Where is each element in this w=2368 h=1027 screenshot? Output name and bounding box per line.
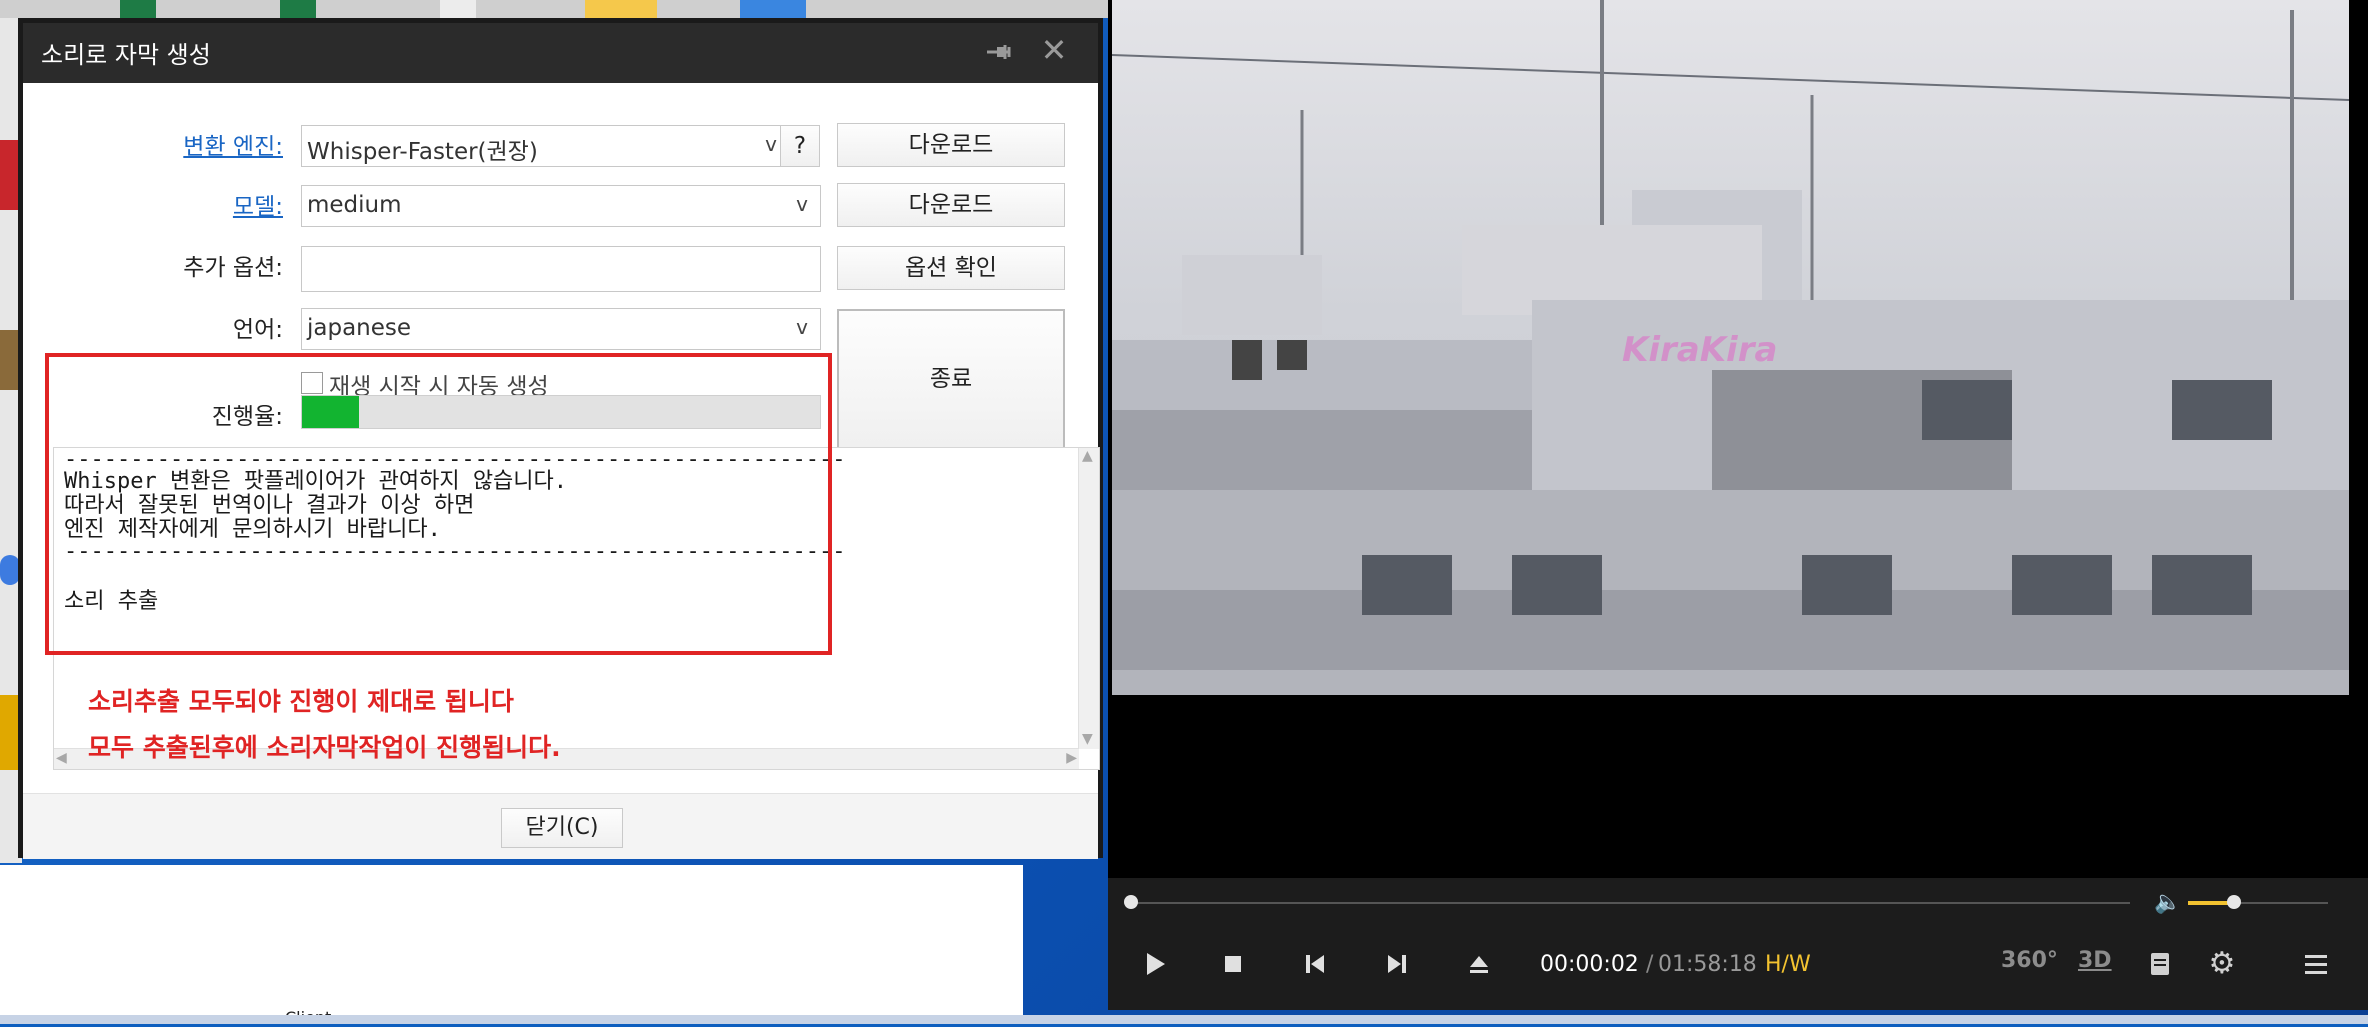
desktop-top-strip xyxy=(0,0,1110,18)
close-icon[interactable]: ✕ xyxy=(1039,34,1069,66)
volume-bar[interactable] xyxy=(2188,901,2328,905)
dialog-footer: 닫기(C) xyxy=(23,793,1098,859)
help-button[interactable]: ? xyxy=(780,125,820,167)
chevron-down-icon: v xyxy=(796,315,808,339)
client-window xyxy=(0,865,1023,1015)
pdf-icon[interactable] xyxy=(0,140,20,210)
prev-icon[interactable] xyxy=(1295,944,1335,984)
watermark: KiraKira xyxy=(1622,330,1778,370)
extra-options-input[interactable] xyxy=(301,246,821,292)
dialog-title: 소리로 자막 생성 xyxy=(41,41,211,69)
scroll-down-icon[interactable]: ▼ xyxy=(1082,731,1093,747)
stop-button[interactable]: 종료 xyxy=(837,309,1065,449)
extra-options-label: 추가 옵션: xyxy=(183,255,283,281)
menu-icon[interactable] xyxy=(2296,944,2336,984)
media-player: KiraKira 🔈 00:00:02 / 01:58:18 H/W 360° xyxy=(1108,0,2368,1010)
engine-label[interactable]: 변환 엔진: xyxy=(23,127,283,161)
annotation-text-2: 모두 추출된후에 소리자막작업이 진행됩니다. xyxy=(88,733,561,762)
shortcut-icon[interactable] xyxy=(0,330,20,390)
engine-download-button[interactable]: 다운로드 xyxy=(837,123,1065,167)
total-time: 01:58:18 xyxy=(1658,952,1757,977)
model-label[interactable]: 모델: xyxy=(23,187,283,221)
gear-icon[interactable]: ⚙ xyxy=(2202,944,2242,984)
scroll-left-icon[interactable]: ◀ xyxy=(56,750,67,766)
player-controls: 🔈 00:00:02 / 01:58:18 H/W 360° 3D ⚙ xyxy=(1108,878,2368,1010)
model-select[interactable]: medium v xyxy=(301,185,821,227)
scroll-up-icon[interactable]: ▲ xyxy=(1082,448,1093,464)
engine-select[interactable]: Whisper-Faster(권장) v xyxy=(301,125,790,167)
3d-icon[interactable]: 3D xyxy=(2078,948,2112,973)
vr360-icon[interactable]: 360° xyxy=(2001,948,2058,973)
chevron-down-icon: v xyxy=(796,192,808,216)
next-icon[interactable] xyxy=(1377,944,1417,984)
folder-icon[interactable] xyxy=(585,0,657,18)
time-separator: / xyxy=(1646,952,1654,977)
close-button[interactable]: 닫기(C) xyxy=(501,808,623,848)
chevron-down-icon: v xyxy=(765,132,777,156)
language-select[interactable]: japanese v xyxy=(301,308,821,350)
vertical-scrollbar[interactable]: ▲ ▼ xyxy=(1078,448,1099,749)
stop-icon[interactable] xyxy=(1213,944,1253,984)
file-icon[interactable] xyxy=(440,0,476,18)
language-label: 언어: xyxy=(232,317,283,343)
speaker-icon[interactable]: 🔈 xyxy=(2148,883,2188,923)
volume-handle[interactable] xyxy=(2227,895,2242,909)
excel-icon[interactable] xyxy=(120,0,156,18)
app-shortcut-icon[interactable] xyxy=(0,695,20,770)
subtitle-icon[interactable] xyxy=(2140,944,2180,984)
pin-icon[interactable] xyxy=(985,37,1015,67)
seek-bar[interactable] xyxy=(1130,902,2130,904)
app-icon[interactable] xyxy=(740,0,806,18)
excel-icon-2[interactable] xyxy=(280,0,316,18)
seek-handle[interactable] xyxy=(1124,895,1138,909)
check-options-button[interactable]: 옵션 확인 xyxy=(837,246,1065,290)
scroll-right-icon[interactable]: ▶ xyxy=(1066,750,1077,766)
chrome-icon[interactable] xyxy=(0,555,20,585)
play-icon[interactable] xyxy=(1135,944,1175,984)
annotation-box xyxy=(45,353,832,655)
eject-icon[interactable] xyxy=(1459,944,1499,984)
taskbar xyxy=(0,1015,2368,1024)
dialog-titlebar[interactable]: 소리로 자막 생성 ✕ xyxy=(23,23,1098,83)
annotation-text-1: 소리추출 모두되야 진행이 제대로 됩니다 xyxy=(88,687,514,716)
current-time: 00:00:02 xyxy=(1540,952,1639,977)
video-frame[interactable]: KiraKira xyxy=(1112,0,2349,695)
model-download-button[interactable]: 다운로드 xyxy=(837,183,1065,227)
hw-badge[interactable]: H/W xyxy=(1765,952,1811,977)
